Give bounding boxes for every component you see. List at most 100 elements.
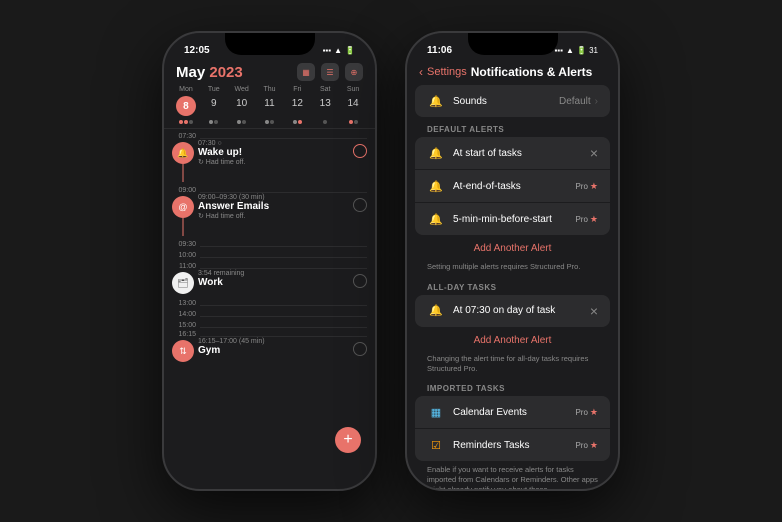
work-time: 3:54 remaining	[198, 270, 349, 277]
day-sat: Sat	[311, 85, 339, 94]
alert-5min-star-icon: ★	[590, 214, 598, 225]
add-default-alert-row[interactable]: Add Another Alert	[415, 237, 610, 260]
reminders-icon: ☑	[427, 436, 445, 454]
time-1000: 10:00	[172, 251, 200, 259]
sounds-row[interactable]: 🔔 Sounds Default ›	[415, 85, 610, 117]
calendar-list-icon[interactable]: ☰	[321, 63, 339, 81]
allday-alert-label: At 07:30 on day of task	[453, 305, 590, 316]
month-label: May	[176, 64, 209, 81]
default-alerts-header: DEFAULT ALERTS	[415, 119, 610, 137]
date-9[interactable]: 9	[200, 96, 228, 116]
allday-alert-icon: 🔔	[427, 302, 445, 320]
alert-end-tasks-row[interactable]: 🔔 At-end-of-tasks Pro ★	[415, 170, 610, 203]
add-allday-alert-label: Add Another Alert	[474, 335, 552, 346]
calendar-title: May 2023	[176, 64, 243, 81]
calendar-events-pro-label: Pro	[575, 408, 587, 417]
alert-end-star-icon: ★	[590, 181, 598, 192]
emails-time: 09:00–09:30 (30 min)	[198, 194, 349, 201]
settings-nav: ‹ Settings Notifications & Alerts	[407, 61, 618, 85]
right-signal-icon: ▪▪▪	[554, 46, 563, 55]
sounds-icon: 🔔	[427, 92, 445, 110]
alert-end-label: At-end-of-tasks	[453, 181, 575, 192]
reminders-star-icon: ★	[590, 440, 598, 451]
calendar-view-icon[interactable]: ▦	[297, 63, 315, 81]
emails-content: 09:00–09:30 (30 min) Answer Emails ↻ Had…	[198, 194, 349, 220]
calendar-events-icon: ▦	[427, 403, 445, 421]
calendar-events-label: Calendar Events	[453, 407, 575, 418]
signal-icon: ▪▪▪	[323, 46, 332, 55]
alert-end-icon: 🔔	[427, 177, 445, 195]
add-allday-alert-row[interactable]: Add Another Alert	[415, 329, 610, 352]
allday-section: 🔔 At 07:30 on day of task ×	[415, 295, 610, 327]
settings-content: 🔔 Sounds Default › DEFAULT ALERTS 🔔 At s…	[407, 85, 618, 489]
date-13[interactable]: 13	[311, 96, 339, 116]
date-12[interactable]: 12	[283, 96, 311, 116]
timeline: 07:30 🔔 07:30 ○ Wake up! ↻ Had time off.	[164, 129, 375, 469]
year-label: 2023	[209, 64, 242, 81]
wakeup-content: 07:30 ○ Wake up! ↻ Had time off.	[198, 140, 349, 166]
imported-note: Enable if you want to receive alerts for…	[415, 463, 610, 489]
work-content: 3:54 remaining Work	[198, 270, 349, 288]
time-0730: 07:30	[172, 132, 200, 140]
wifi-icon: ▲	[334, 46, 342, 55]
allday-note: Changing the alert time for all-day task…	[415, 352, 610, 379]
alert-start-tasks-row[interactable]: 🔔 At start of tasks ×	[415, 137, 610, 170]
event-emails[interactable]: @ 09:00–09:30 (30 min) Answer Emails ↻ H…	[172, 194, 367, 236]
imported-header: IMPORTED TASKS	[415, 378, 610, 396]
allday-remove-icon[interactable]: ×	[590, 303, 598, 319]
alert-start-remove-icon[interactable]: ×	[590, 145, 598, 161]
date-11[interactable]: 11	[256, 96, 284, 116]
alert-5min-label: 5-min-min-before-start	[453, 214, 575, 225]
work-icon: 🗂	[172, 272, 194, 294]
week-dates: 8 9 10 11 12 13 14	[164, 96, 375, 116]
calendar-header-icons: ▦ ☰ ⊕	[297, 63, 363, 81]
event-work[interactable]: 🗂 3:54 remaining Work	[172, 270, 367, 294]
back-icon[interactable]: ‹	[419, 65, 423, 79]
scene: 12:05 ▪▪▪ ▲ 🔋 May 2023 ▦ ☰ ⊕	[162, 31, 620, 491]
time-0900: 09:00	[172, 186, 200, 194]
sounds-section: 🔔 Sounds Default ›	[415, 85, 610, 117]
right-wifi-icon: ▲	[566, 46, 574, 55]
left-time: 12:05	[184, 45, 210, 56]
event-gym[interactable]: ⇅ 16:15–17:00 (45 min) Gym	[172, 338, 367, 362]
date-8[interactable]: 8	[176, 96, 196, 116]
sounds-label: Sounds	[453, 96, 559, 107]
imported-section: ▦ Calendar Events Pro ★ ☑ Reminders Task…	[415, 396, 610, 461]
calendar-events-row[interactable]: ▦ Calendar Events Pro ★	[415, 396, 610, 429]
gym-content: 16:15–17:00 (45 min) Gym	[198, 338, 349, 356]
date-10[interactable]: 10	[228, 96, 256, 116]
reminders-pro-label: Pro	[575, 441, 587, 450]
gym-complete[interactable]	[353, 342, 367, 356]
allday-alert-row[interactable]: 🔔 At 07:30 on day of task ×	[415, 295, 610, 327]
left-phone: 12:05 ▪▪▪ ▲ 🔋 May 2023 ▦ ☰ ⊕	[162, 31, 377, 491]
event-wakeup[interactable]: 🔔 07:30 ○ Wake up! ↻ Had time off.	[172, 140, 367, 182]
wakeup-name: Wake up!	[198, 147, 349, 158]
work-complete[interactable]	[353, 274, 367, 288]
date-14[interactable]: 14	[339, 96, 367, 116]
calendar-more-icon[interactable]: ⊕	[345, 63, 363, 81]
emails-icon: @	[172, 196, 194, 218]
nav-back-label[interactable]: Settings	[427, 66, 467, 78]
default-alerts-section: 🔔 At start of tasks × 🔔 At-end-of-tasks …	[415, 137, 610, 235]
right-notch	[468, 33, 558, 55]
emails-complete[interactable]	[353, 198, 367, 212]
alert-start-label: At start of tasks	[453, 148, 590, 159]
reminders-row[interactable]: ☑ Reminders Tasks Pro ★	[415, 429, 610, 461]
wakeup-sub: ↻ Had time off.	[198, 158, 349, 166]
wakeup-complete[interactable]	[353, 144, 367, 158]
alert-start-icon: 🔔	[427, 144, 445, 162]
add-event-button[interactable]: +	[335, 427, 361, 453]
left-screen: 12:05 ▪▪▪ ▲ 🔋 May 2023 ▦ ☰ ⊕	[164, 33, 375, 489]
timeline-line-0730	[200, 138, 367, 139]
day-wed: Wed	[228, 85, 256, 94]
reminders-label: Reminders Tasks	[453, 440, 575, 451]
time-1100: 11:00	[172, 262, 200, 270]
default-alerts-note: Setting multiple alerts requires Structu…	[415, 260, 610, 277]
left-status-icons: ▪▪▪ ▲ 🔋	[323, 46, 355, 55]
right-phone: 11:06 ▪▪▪ ▲ 🔋 31 ‹ Settings Notification…	[405, 31, 620, 491]
left-notch	[225, 33, 315, 55]
alert-5min-row[interactable]: 🔔 5-min-min-before-start Pro ★	[415, 203, 610, 235]
day-tue: Tue	[200, 85, 228, 94]
calendar-header: May 2023 ▦ ☰ ⊕	[164, 61, 375, 85]
gym-name: Gym	[198, 345, 349, 356]
